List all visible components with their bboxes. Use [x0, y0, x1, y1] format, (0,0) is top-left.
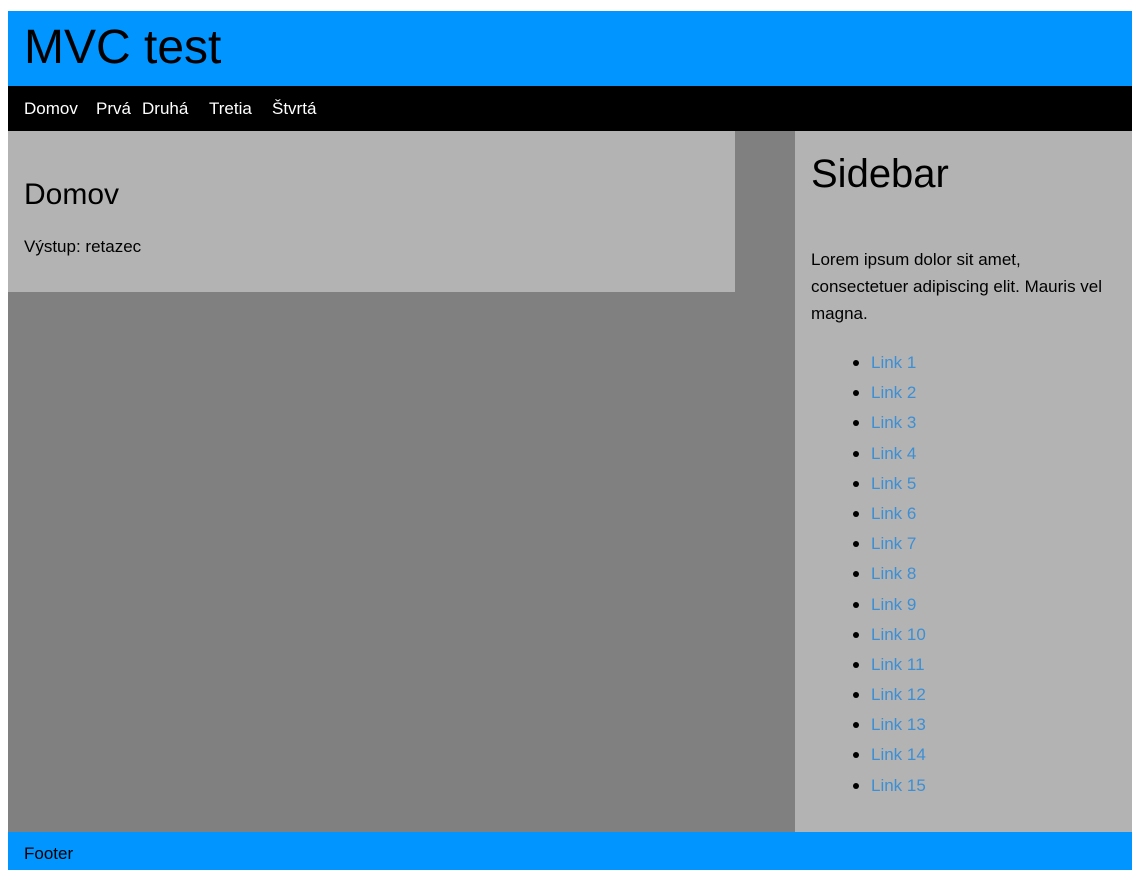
main-content: Domov Výstup: retazec — [8, 131, 735, 292]
sidebar-link-item: Link 9 — [811, 592, 1111, 622]
sidebar-link[interactable]: Link 12 — [871, 685, 926, 704]
sidebar-link[interactable]: Link 1 — [871, 353, 916, 372]
footer-text: Footer — [24, 844, 74, 863]
sidebar-link[interactable]: Link 8 — [871, 564, 916, 583]
sidebar-link-item: Link 10 — [811, 622, 1111, 652]
bullet-icon — [853, 601, 859, 608]
sidebar-link-item: Link 3 — [811, 410, 1111, 440]
sidebar-link-item: Link 14 — [811, 742, 1111, 772]
sidebar-link-item: Link 13 — [811, 712, 1111, 742]
sidebar-link[interactable]: Link 15 — [871, 776, 926, 795]
sidebar-link-item: Link 8 — [811, 561, 1111, 591]
sidebar-link-item: Link 7 — [811, 531, 1111, 561]
bullet-icon — [853, 661, 859, 668]
nav-item-stvrta[interactable]: Štvrtá — [272, 99, 316, 119]
nav-item-prva[interactable]: Prvá — [96, 99, 131, 119]
sidebar-link[interactable]: Link 10 — [871, 625, 926, 644]
page-wrapper: MVC test Domov Prvá Druhá Tretia Štvrtá … — [8, 11, 1132, 870]
site-footer: Footer — [8, 832, 1132, 870]
sidebar-title: Sidebar — [811, 152, 949, 196]
bullet-icon — [853, 541, 859, 548]
sidebar-link[interactable]: Link 11 — [871, 655, 925, 674]
bullet-icon — [853, 692, 859, 699]
content-output: Výstup: retazec — [24, 237, 142, 256]
sidebar-link[interactable]: Link 2 — [871, 383, 916, 402]
sidebar-link-item: Link 15 — [811, 773, 1111, 803]
main-nav: Domov Prvá Druhá Tretia Štvrtá — [8, 86, 1132, 131]
sidebar-text: Lorem ipsum dolor sit amet, consectetuer… — [811, 250, 1103, 323]
bullet-icon — [853, 752, 859, 759]
sidebar-link-item: Link 5 — [811, 471, 1111, 501]
bullet-icon — [853, 722, 859, 729]
sidebar-link[interactable]: Link 14 — [871, 745, 926, 764]
sidebar-link[interactable]: Link 13 — [871, 715, 926, 734]
sidebar-link[interactable]: Link 4 — [871, 444, 916, 463]
bullet-icon — [853, 631, 859, 638]
sidebar-link[interactable]: Link 3 — [871, 413, 916, 432]
sidebar-link[interactable]: Link 7 — [871, 534, 916, 553]
sidebar-link-item: Link 12 — [811, 682, 1111, 712]
bullet-icon — [853, 450, 859, 457]
bullet-icon — [853, 360, 859, 366]
bullet-icon — [853, 480, 859, 487]
bullet-icon — [853, 510, 859, 517]
sidebar-link-item: Link 1 — [811, 350, 1111, 380]
nav-item-domov[interactable]: Domov — [24, 99, 78, 119]
sidebar-link-item: Link 4 — [811, 441, 1111, 471]
sidebar-link[interactable]: Link 9 — [871, 595, 916, 614]
bullet-icon — [853, 390, 859, 397]
site-title: MVC test — [24, 21, 222, 74]
bullet-icon — [853, 420, 859, 427]
sidebar-link[interactable]: Link 5 — [871, 474, 916, 493]
bullet-icon — [853, 782, 859, 789]
sidebar-link-item: Link 2 — [811, 380, 1111, 410]
sidebar-link[interactable]: Link 6 — [871, 504, 916, 523]
bullet-icon — [853, 571, 859, 578]
sidebar: Sidebar Lorem ipsum dolor sit amet, cons… — [795, 131, 1132, 832]
nav-item-tretia[interactable]: Tretia — [209, 99, 252, 119]
sidebar-link-item: Link 11 — [811, 652, 1111, 682]
sidebar-link-item: Link 6 — [811, 501, 1111, 531]
content-title: Domov — [24, 178, 120, 211]
site-header: MVC test — [8, 11, 1132, 86]
sidebar-link-list: Link 1 Link 2 Link 3 Link 4 Link 5 Link … — [811, 350, 1111, 803]
nav-item-druha[interactable]: Druhá — [142, 99, 188, 119]
